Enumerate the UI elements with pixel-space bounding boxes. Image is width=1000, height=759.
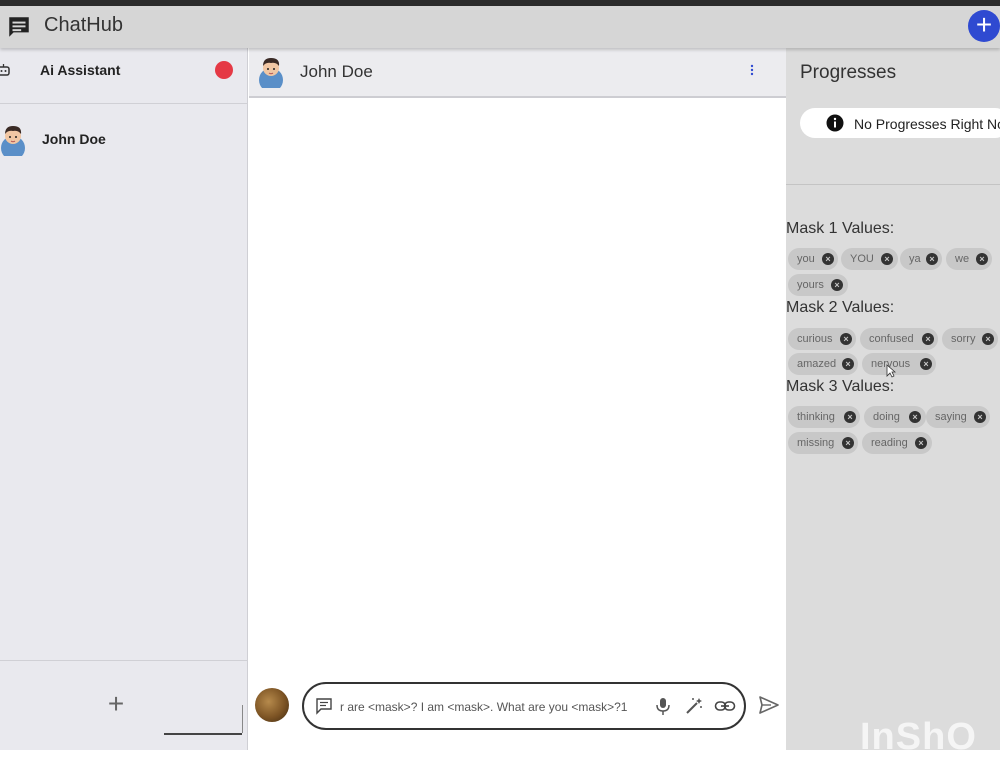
mask-chip: curious × bbox=[788, 328, 856, 350]
remove-chip-icon[interactable]: × bbox=[976, 253, 988, 265]
message-composer[interactable]: r are <mask>? I am <mask>. What are you … bbox=[302, 682, 746, 730]
magic-wand-icon[interactable] bbox=[684, 696, 704, 716]
empty-progress-notice: No Progresses Right Now bbox=[800, 108, 1000, 138]
sidebar-item-ai-assistant[interactable]: Ai Assistant bbox=[0, 48, 248, 104]
link-icon[interactable] bbox=[714, 698, 736, 714]
mask-chip: we × bbox=[946, 248, 992, 270]
chat-header: John Doe bbox=[249, 48, 786, 98]
divider bbox=[164, 733, 242, 735]
mask-chip: missing × bbox=[788, 432, 858, 454]
remove-chip-icon[interactable]: × bbox=[920, 358, 932, 370]
remove-chip-icon[interactable]: × bbox=[831, 279, 843, 291]
mask-chip: yours × bbox=[788, 274, 848, 296]
info-icon bbox=[826, 114, 844, 132]
remove-chip-icon[interactable]: × bbox=[922, 333, 934, 345]
conversation-name: Ai Assistant bbox=[40, 62, 121, 78]
sidebar-footer: + bbox=[0, 660, 248, 750]
empty-progress-text: No Progresses Right Now bbox=[854, 116, 1000, 132]
remove-chip-icon[interactable]: × bbox=[842, 437, 854, 449]
remove-chip-icon[interactable]: × bbox=[915, 437, 927, 449]
mask-chip: amazed × bbox=[788, 353, 858, 375]
progress-panel: Progresses No Progresses Right Now Mask … bbox=[786, 48, 1000, 750]
mouse-cursor-icon bbox=[886, 364, 896, 378]
mask-chip: ya × bbox=[900, 248, 942, 270]
mask-chip: reading × bbox=[862, 432, 932, 454]
remove-chip-icon[interactable]: × bbox=[926, 253, 938, 265]
chat-panel: John Doe r are <mask>? I am <mask>. What… bbox=[249, 48, 786, 750]
mask-1-title: Mask 1 Values: bbox=[786, 220, 895, 237]
message-input[interactable]: r are <mask>? I am <mask>. What are you … bbox=[340, 700, 640, 714]
status-indicator bbox=[215, 61, 233, 79]
conversation-sidebar: Ai Assistant John Doe + bbox=[0, 48, 248, 750]
mask-chip: you × bbox=[788, 248, 838, 270]
watermark: InShO bbox=[860, 716, 977, 758]
more-options-icon[interactable] bbox=[747, 60, 757, 80]
message-icon bbox=[316, 698, 332, 715]
microphone-icon[interactable] bbox=[654, 696, 672, 716]
send-icon[interactable] bbox=[759, 696, 779, 714]
user-avatar bbox=[255, 688, 289, 722]
avatar bbox=[259, 58, 283, 88]
chat-logo-icon bbox=[9, 17, 29, 37]
add-conversation-button[interactable]: + bbox=[102, 690, 130, 719]
mask-chip: doing × bbox=[864, 406, 926, 428]
mask-chip: nervous × bbox=[862, 353, 936, 375]
robot-icon bbox=[0, 64, 10, 76]
mask-chip: saying × bbox=[926, 406, 990, 428]
avatar bbox=[1, 126, 25, 156]
divider bbox=[242, 705, 243, 733]
mask-3-title: Mask 3 Values: bbox=[786, 378, 895, 395]
mask-chip: sorry × bbox=[942, 328, 998, 350]
progress-title: Progresses bbox=[800, 62, 897, 83]
mask-chip: thinking × bbox=[788, 406, 860, 428]
divider bbox=[786, 184, 1000, 185]
remove-chip-icon[interactable]: × bbox=[844, 411, 856, 423]
remove-chip-icon[interactable]: × bbox=[982, 333, 994, 345]
remove-chip-icon[interactable]: × bbox=[909, 411, 921, 423]
sidebar-item-john-doe[interactable]: John Doe bbox=[0, 118, 248, 160]
new-chat-button[interactable]: + bbox=[968, 10, 1000, 42]
remove-chip-icon[interactable]: × bbox=[822, 253, 834, 265]
mask-chip: YOU × bbox=[841, 248, 898, 270]
conversation-name: John Doe bbox=[42, 131, 106, 147]
chat-contact-name: John Doe bbox=[300, 62, 373, 81]
plus-icon: + bbox=[975, 9, 993, 40]
mask-chip: confused × bbox=[860, 328, 938, 350]
remove-chip-icon[interactable]: × bbox=[881, 253, 893, 265]
remove-chip-icon[interactable]: × bbox=[974, 411, 986, 423]
remove-chip-icon[interactable]: × bbox=[840, 333, 852, 345]
mask-2-title: Mask 2 Values: bbox=[786, 299, 895, 316]
app-title: ChatHub bbox=[44, 14, 123, 36]
remove-chip-icon[interactable]: × bbox=[842, 358, 854, 370]
app-bar: ChatHub + bbox=[0, 6, 1000, 48]
